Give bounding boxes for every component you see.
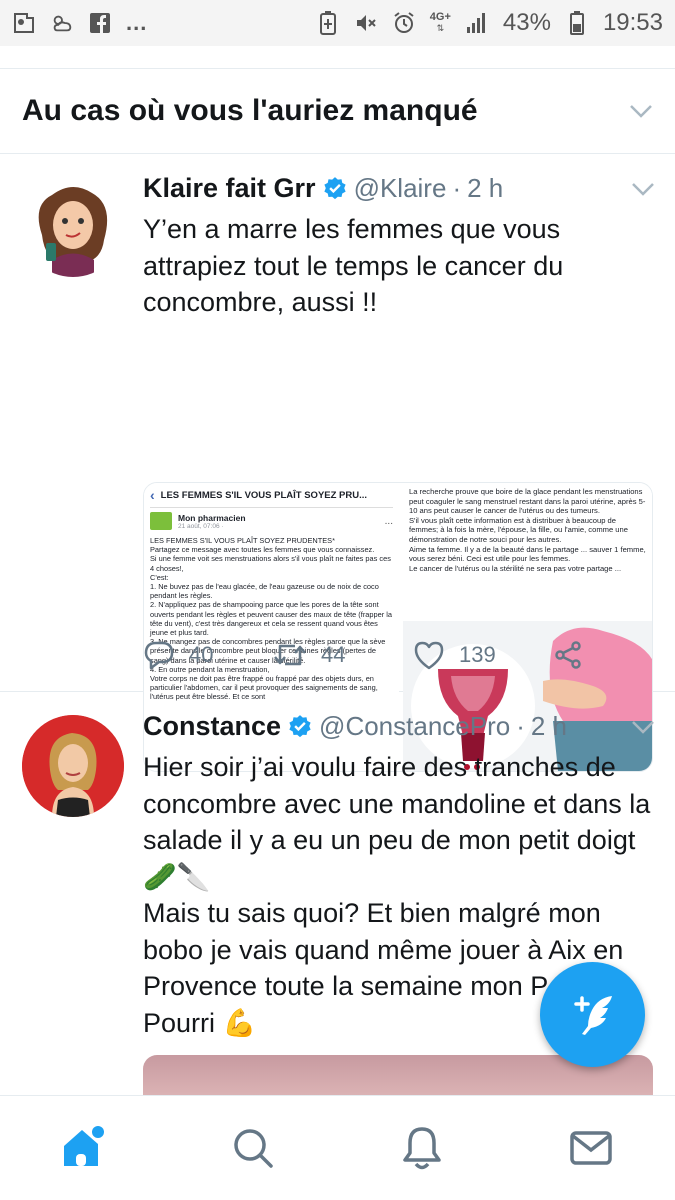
like-button[interactable]: 139	[413, 640, 553, 670]
alarm-icon	[392, 11, 416, 35]
compose-feather-icon	[573, 995, 612, 1035]
reply-icon	[144, 641, 174, 670]
separator-dot: ·	[452, 173, 462, 203]
clock: 19:53	[602, 9, 663, 36]
chevron-down-icon[interactable]	[631, 715, 655, 739]
back-arrow-icon: ‹	[150, 487, 155, 503]
nav-search[interactable]	[223, 1118, 283, 1178]
chevron-down-icon[interactable]	[629, 99, 653, 123]
tweet-time: 2 h	[530, 711, 568, 741]
tweet[interactable]: Klaire fait Grr @Klaire · 2 h Y’en a mar…	[0, 155, 675, 772]
heart-icon	[414, 641, 444, 670]
battery-percentage: 43%	[502, 9, 551, 36]
facebook-post-header: ‹ LES FEMMES S'IL VOUS PLAÎT SOYEZ PRU..…	[150, 487, 393, 508]
tweet-text: Y’en a marre les femmes que vous attrapi…	[143, 214, 564, 317]
author-name[interactable]: Constance	[143, 711, 281, 742]
facebook-more-icon: ...	[384, 515, 393, 527]
avatar[interactable]	[22, 715, 124, 817]
notifications-icon	[403, 1127, 441, 1170]
share-icon	[555, 641, 581, 669]
status-bar: ... 4G+ ⇅ 43% 19:53	[0, 0, 675, 46]
facebook-post-date: 21 août, 07:06 ·	[178, 522, 224, 530]
search-icon	[234, 1129, 273, 1168]
chevron-down-icon[interactable]	[631, 177, 655, 201]
tweet-actions: 40 44 139	[143, 633, 653, 677]
facebook-post-author: Mon pharmacien 21 août, 07:06 · ...	[150, 512, 393, 530]
mute-icon	[354, 11, 378, 35]
share-button[interactable]	[553, 640, 583, 670]
nav-messages[interactable]	[561, 1118, 621, 1178]
nav-home[interactable]	[54, 1118, 114, 1178]
retweet-icon	[274, 644, 306, 666]
messages-icon	[569, 1131, 612, 1165]
location-icon	[12, 11, 36, 35]
section-title: Au cas où vous l'auriez manqué	[22, 94, 478, 127]
compose-tweet-button[interactable]	[540, 962, 645, 1067]
verified-badge-icon	[322, 176, 348, 202]
facebook-icon	[88, 11, 112, 35]
tweet-header: Constance @ConstancePro · 2 h	[143, 711, 655, 742]
author-name[interactable]: Klaire fait Grr	[143, 173, 316, 204]
tweet-time: 2 h	[467, 173, 504, 203]
home-icon	[64, 1126, 105, 1166]
avatar[interactable]	[22, 175, 124, 277]
pharmacy-logo-icon	[150, 512, 172, 530]
reply-count: 40	[189, 642, 214, 667]
nav-notifications[interactable]	[392, 1118, 452, 1178]
facebook-post-title: LES FEMMES S'IL VOUS PLAÎT SOYEZ PRU...	[160, 489, 368, 501]
reply-button[interactable]: 40	[143, 640, 273, 670]
author-handle[interactable]: @Klaire	[354, 173, 447, 204]
signal-icon	[465, 11, 489, 35]
battery-icon	[565, 11, 589, 35]
bottom-navigation	[0, 1095, 675, 1200]
weather-icon	[50, 11, 74, 35]
section-header: Au cas où vous l'auriez manqué	[0, 68, 675, 154]
author-handle[interactable]: @ConstancePro	[319, 711, 510, 742]
media-right-text: La recherche prouve que boire de la glac…	[408, 487, 646, 573]
like-count: 139	[459, 642, 496, 667]
separator-dot: ·	[516, 711, 525, 741]
verified-badge-icon	[287, 714, 313, 740]
battery-saver-icon	[316, 11, 340, 35]
more-notifications: ...	[126, 10, 148, 35]
retweet-button[interactable]: 44	[273, 640, 413, 670]
retweet-count: 44	[321, 642, 346, 667]
tweet-header: Klaire fait Grr @Klaire · 2 h	[143, 173, 655, 204]
network-type: 4G+ ⇅	[429, 11, 451, 34]
facebook-author-name: Mon pharmacien	[178, 512, 246, 523]
